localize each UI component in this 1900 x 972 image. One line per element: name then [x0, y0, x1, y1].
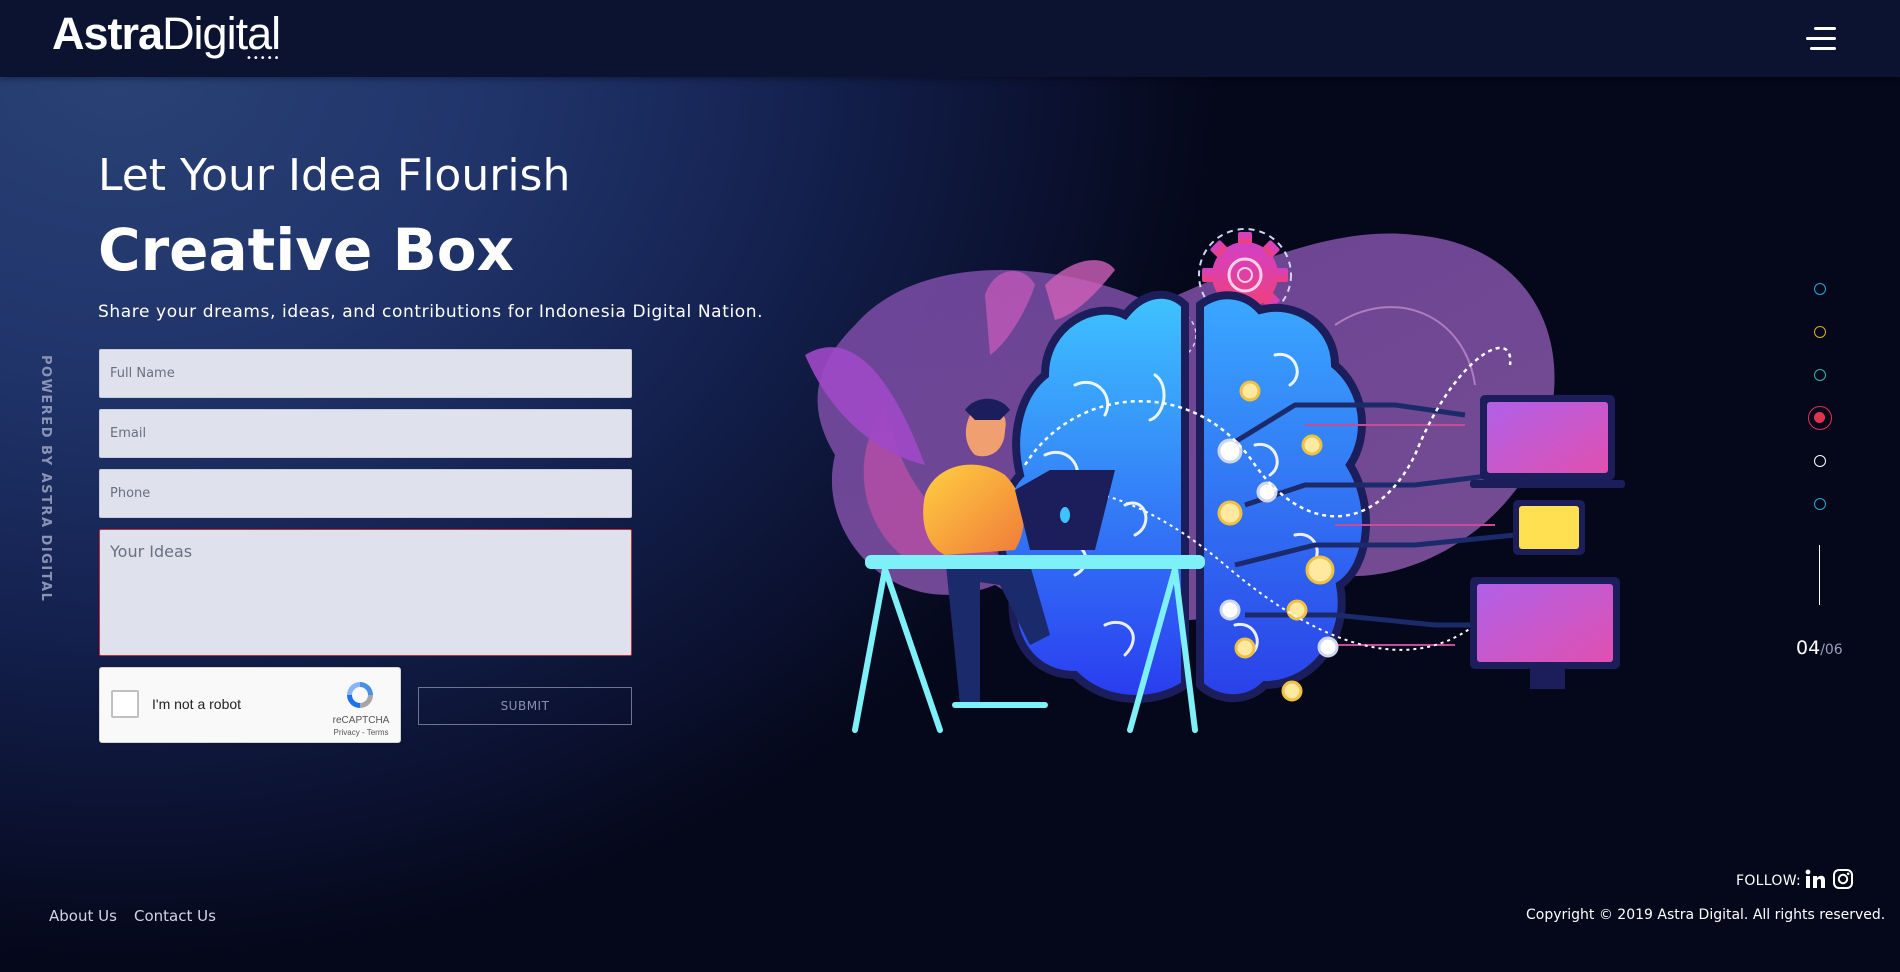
hero-subtitle: Let Your Idea Flourish — [98, 150, 571, 201]
menu-bar — [1806, 37, 1836, 40]
powered-by-text: POWERED BY ASTRA DIGITAL — [37, 355, 53, 602]
logo-dots: ••••• — [246, 53, 281, 64]
page-total: /06 — [1820, 642, 1843, 658]
ideas-textarea[interactable] — [99, 529, 632, 656]
copyright-text: Copyright © 2019 Astra Digital. All righ… — [1526, 907, 1886, 923]
pager-dot-2[interactable] — [1814, 326, 1826, 338]
submit-button[interactable]: SUBMIT — [418, 687, 632, 725]
slide-pager — [1808, 280, 1832, 680]
email-input[interactable] — [99, 409, 632, 458]
menu-bar — [1810, 47, 1836, 50]
pager-dot-1[interactable] — [1814, 283, 1826, 295]
recaptcha-logo-icon — [347, 682, 373, 708]
brain-illustration — [805, 228, 1625, 733]
logo-wordmark: AstraDigital — [52, 8, 281, 59]
follow-label: FOLLOW: — [1736, 873, 1802, 889]
recaptcha-widget: I'm not a robot reCAPTCHA Privacy - Term… — [99, 667, 401, 743]
hero-title: Creative Box — [98, 216, 515, 284]
pager-dot-5[interactable] — [1814, 455, 1826, 467]
hero-description: Share your dreams, ideas, and contributi… — [98, 302, 764, 322]
astra-digital-logo[interactable]: AstraDigital ••••• — [52, 8, 281, 64]
logo-light-text: Digital — [162, 8, 281, 59]
phone-input[interactable] — [99, 469, 632, 518]
linkedin-icon[interactable] — [1804, 868, 1826, 890]
recaptcha-label: I'm not a robot — [152, 696, 242, 712]
recaptcha-checkbox[interactable] — [111, 690, 139, 718]
powered-by-label: POWERED BY ASTRA DIGITAL — [38, 355, 53, 603]
full-name-input[interactable] — [99, 349, 632, 398]
logo-bold-text: Astra — [52, 8, 163, 59]
contact-us-link[interactable]: Contact Us — [134, 907, 216, 925]
page-counter: 04/06 — [1796, 637, 1843, 659]
pager-dot-6[interactable] — [1814, 498, 1826, 510]
recaptcha-privacy-terms[interactable]: Privacy - Terms — [326, 728, 396, 737]
pager-divider — [1819, 545, 1820, 605]
instagram-icon[interactable] — [1832, 868, 1854, 890]
recaptcha-brand: reCAPTCHA — [332, 715, 390, 726]
menu-bar — [1814, 27, 1836, 30]
top-navbar: AstraDigital ••••• — [0, 0, 1900, 77]
pager-dot-4-active[interactable] — [1808, 406, 1832, 430]
hamburger-menu-icon[interactable] — [1800, 24, 1840, 54]
page-current: 04 — [1796, 637, 1821, 659]
pager-dot-3[interactable] — [1814, 369, 1826, 381]
about-us-link[interactable]: About Us — [49, 907, 117, 925]
